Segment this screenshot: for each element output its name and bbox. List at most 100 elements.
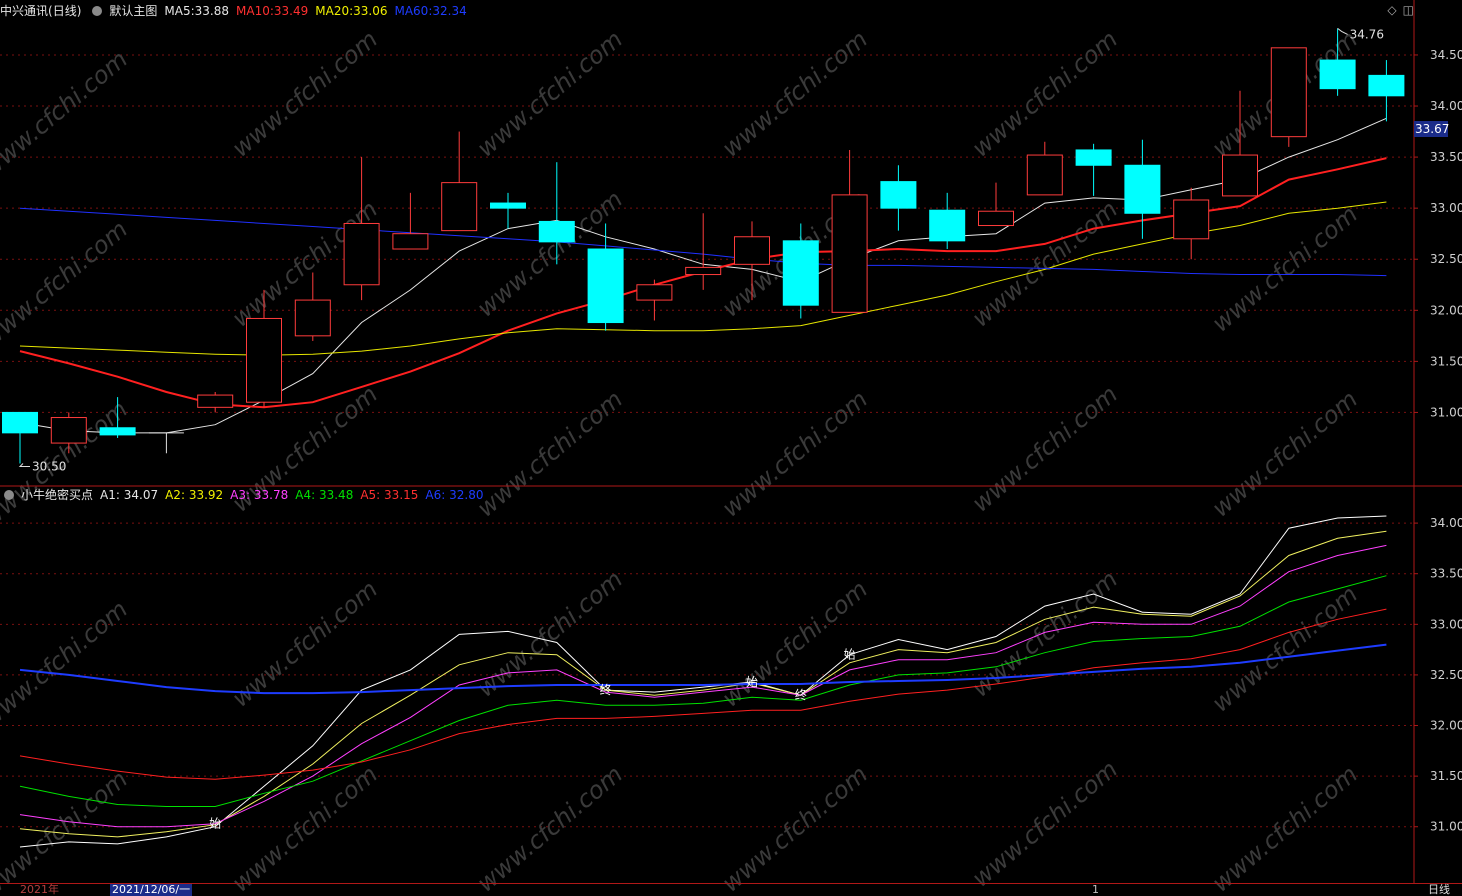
candle[interactable]	[1368, 60, 1405, 122]
a4-value: 33.48	[318, 488, 354, 502]
watermark-text: www.cfchi.com	[1207, 580, 1363, 718]
ma5-value: 33.88	[194, 4, 230, 18]
candle-body	[99, 427, 136, 436]
candle[interactable]	[1270, 47, 1307, 147]
candle-body	[636, 284, 673, 301]
ma20-readout: MA20:33.06	[315, 1, 387, 21]
indicator-tick-label: 34.00	[1430, 516, 1462, 530]
candle[interactable]	[148, 432, 184, 454]
a1-label: A1:	[100, 488, 120, 502]
main-chart-header: 中兴通讯(日线) 默认主图 MA5:33.88 MA10:33.49 MA20:…	[0, 1, 474, 21]
watermark-text: www.cfchi.com	[472, 760, 628, 896]
watermark-text: www.cfchi.com	[717, 760, 873, 896]
candle-body	[197, 394, 234, 408]
a5-line	[19, 608, 1387, 780]
candle-body	[685, 266, 722, 276]
candle[interactable]	[1075, 143, 1112, 196]
watermark-text: www.cfchi.com	[227, 25, 383, 163]
a6-line	[19, 643, 1387, 695]
candle[interactable]	[441, 131, 478, 232]
panel-controls: ◇ ◫	[1381, 3, 1414, 17]
candle-body	[1319, 59, 1356, 90]
stock-name[interactable]: 中兴通讯(日线)	[0, 1, 81, 21]
indicator-series	[19, 515, 1387, 848]
candle-body	[246, 317, 282, 403]
candle-body	[1026, 154, 1063, 196]
watermark-text: www.cfchi.com	[0, 215, 133, 353]
window-icon[interactable]: ◫	[1403, 3, 1414, 17]
last-price-tag: 33.67	[1414, 121, 1450, 137]
watermark-text: www.cfchi.com	[1207, 200, 1363, 338]
candle[interactable]	[1026, 141, 1063, 196]
candle[interactable]	[880, 165, 917, 231]
candle[interactable]	[978, 182, 1014, 227]
signal-label: 始	[209, 817, 221, 831]
candle[interactable]	[685, 213, 722, 290]
a3-line	[19, 544, 1387, 828]
stock-chart[interactable]: www.cfchi.com www.cfchi.com www.cfchi.com w…	[0, 0, 1462, 896]
candle[interactable]	[392, 192, 429, 250]
signal-label: 始	[746, 675, 758, 689]
a2-value: 33.92	[188, 488, 224, 502]
a1-line	[19, 515, 1387, 848]
diamond-icon[interactable]: ◇	[1387, 3, 1396, 17]
indicator-tick-label: 31.00	[1430, 820, 1462, 834]
a2-readout: A2: 33.92	[165, 485, 223, 505]
candle-body	[1173, 199, 1210, 240]
a5-readout: A5: 33.15	[360, 485, 418, 505]
price-tick-label: 34.00	[1430, 99, 1462, 113]
watermark-text: www.cfchi.com	[1207, 760, 1363, 896]
indicator-tick-label: 31.50	[1430, 769, 1462, 783]
candle[interactable]	[1124, 139, 1161, 239]
a2-label: A2:	[165, 488, 185, 502]
candle-body	[880, 181, 917, 209]
high-marker-label: 34.76	[1350, 27, 1384, 41]
signal-label: 终	[600, 682, 612, 697]
candle-body	[587, 248, 624, 324]
stock-name-label: 中兴通讯	[0, 4, 49, 18]
indicator-name[interactable]: 小牛绝密买点	[21, 485, 93, 505]
grid-lines	[0, 54, 1414, 828]
candle[interactable]	[1173, 187, 1210, 260]
price-tick-label: 32.50	[1430, 252, 1462, 266]
candle[interactable]	[2, 411, 38, 464]
watermarks: www.cfchi.com www.cfchi.com www.cfchi.com w…	[0, 25, 1363, 896]
signal-label: 终	[795, 687, 807, 702]
a5-value: 33.15	[384, 488, 419, 502]
period-button[interactable]: 日线	[1428, 884, 1450, 896]
candle[interactable]	[636, 279, 673, 321]
view-name[interactable]: 默认主图	[109, 1, 157, 21]
candle[interactable]	[197, 392, 234, 413]
ma20-label: MA20:	[315, 4, 354, 18]
price-tick-label: 31.50	[1430, 354, 1462, 368]
candlesticks[interactable]	[2, 28, 1405, 464]
ma60-readout: MA60:32.34	[394, 1, 466, 21]
watermark-text: www.cfchi.com	[0, 45, 133, 183]
candle-body	[1368, 74, 1405, 97]
time-axis-bar[interactable]: 2021年 2021/12/06/一 1 日线	[0, 884, 1462, 896]
candle[interactable]	[831, 149, 868, 313]
candle-body	[490, 202, 526, 209]
indicator-menu-icon[interactable]	[4, 490, 14, 500]
a4-label: A4:	[295, 488, 316, 502]
watermark-text: www.cfchi.com	[472, 565, 628, 703]
y-axis-ticks: 31.00 31.50 32.00 32.50 33.00 33.50 34.00 34.50…	[1414, 48, 1462, 834]
ma5-label: MA5:	[164, 4, 195, 18]
candle-body	[929, 209, 966, 242]
a4-readout: A4: 33.48	[295, 485, 353, 505]
candle[interactable]	[343, 157, 380, 301]
candle-body	[978, 210, 1014, 227]
candle-body	[441, 182, 478, 232]
a6-readout: A6: 32.80	[425, 485, 483, 505]
indicator-tick-label: 33.00	[1430, 617, 1462, 631]
candle[interactable]	[929, 192, 966, 250]
a1-value: 34.07	[123, 488, 159, 502]
candle-body	[1222, 154, 1258, 197]
indicator-header: 小牛绝密买点 A1: 34.07 A2: 33.92 A3: 33.78 A4:…	[0, 485, 490, 505]
period-label: (日线)	[48, 4, 82, 18]
watermark-text: www.cfchi.com	[967, 380, 1123, 518]
view-menu-icon[interactable]	[92, 6, 103, 16]
low-marker-arrow	[18, 463, 30, 467]
candle[interactable]	[490, 192, 526, 229]
watermark-text: www.cfchi.com	[717, 25, 873, 163]
